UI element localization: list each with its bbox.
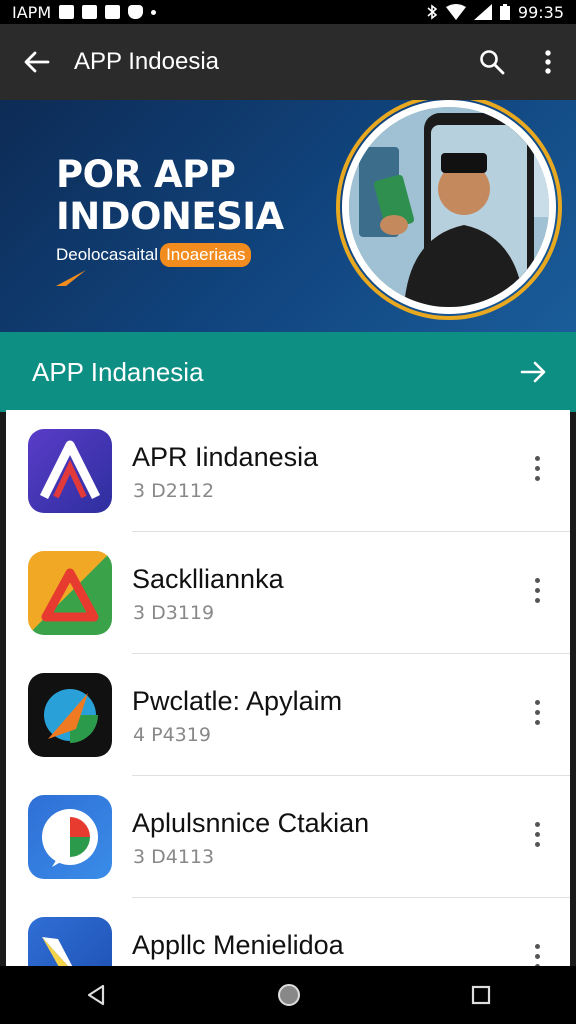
hero-subtitle: Deolocasaital Inoaeriaas xyxy=(56,243,252,267)
clock-label: 99:35 xyxy=(517,2,564,22)
arrow-right-icon xyxy=(520,361,546,383)
app-name: Aplulsnnice Ctakian xyxy=(132,808,370,838)
list-item[interactable]: Pwclatle: Apylaim 4 P4319 xyxy=(6,654,570,776)
status-bar: IAPM 99:35 xyxy=(0,0,576,24)
app-bar-title: APP Indoesia xyxy=(74,48,219,75)
app-meta: 3 D2112 xyxy=(133,480,215,502)
section-header[interactable]: APP Indanesia xyxy=(0,332,576,412)
list-item[interactable]: Appllc Menielidoa xyxy=(6,898,570,966)
nav-back-icon[interactable] xyxy=(85,984,107,1006)
hero-banner[interactable]: POR APP INDONESIA Deolocasaital Inoaeria… xyxy=(0,100,576,332)
triangle-logo-icon xyxy=(41,568,99,622)
bluetooth-icon xyxy=(427,4,438,20)
hero-subtitle-tag: Inoaeriaas xyxy=(160,243,252,267)
app-meta: 3 D3119 xyxy=(133,602,215,624)
app-meta: 4 P4319 xyxy=(133,724,211,746)
item-menu-button[interactable] xyxy=(522,570,552,610)
shield-icon xyxy=(128,5,144,19)
list-item[interactable]: APR Iindanesia 3 D2112 xyxy=(6,410,570,532)
hero-photo xyxy=(342,100,556,314)
notification-icon xyxy=(59,5,75,19)
system-nav-bar xyxy=(0,966,576,1024)
carrier-label: IAPM xyxy=(12,2,52,22)
app-icon xyxy=(28,429,112,513)
item-menu-button[interactable] xyxy=(522,936,552,966)
nav-recents-icon[interactable] xyxy=(471,985,491,1005)
hero-title-line2: INDONESIA xyxy=(56,195,284,238)
app-name: Pwclatle: Apylaim xyxy=(132,686,343,716)
compass-logo-icon xyxy=(44,689,98,743)
search-icon xyxy=(480,50,505,75)
app-meta: 3 D4113 xyxy=(133,846,215,868)
back-arrow-icon xyxy=(24,51,50,73)
signal-icon xyxy=(473,4,492,20)
list-item[interactable]: Aplulsnnice Ctakian 3 D4113 xyxy=(6,776,570,898)
person-with-phone-image xyxy=(349,107,549,307)
app-name: Sacklliannka xyxy=(132,564,284,594)
app-name: APR Iindanesia xyxy=(132,442,319,472)
app-icon xyxy=(28,673,112,757)
hero-title-line1: POR APP xyxy=(56,153,236,196)
item-menu-button[interactable] xyxy=(522,448,552,488)
dot-icon xyxy=(151,9,157,15)
app-name: Appllc Menielidoa xyxy=(132,930,344,960)
pen-logo-icon xyxy=(42,937,73,966)
notification-icon xyxy=(82,5,98,19)
app-bar: APP Indoesia xyxy=(0,24,576,100)
item-menu-button[interactable] xyxy=(522,692,552,732)
app-list: APR Iindanesia 3 D2112 Sacklliannka 3 D3… xyxy=(6,410,570,966)
app-icon xyxy=(28,917,112,966)
overflow-menu-button[interactable] xyxy=(520,24,576,100)
letter-a-logo-icon xyxy=(39,440,101,500)
item-menu-button[interactable] xyxy=(522,814,552,854)
wifi-icon xyxy=(445,4,466,20)
nav-home-icon[interactable] xyxy=(277,983,301,1007)
notification-icon xyxy=(105,5,121,19)
hero-title: POR APP INDONESIA xyxy=(56,154,346,238)
chat-bubble-logo-icon xyxy=(42,809,98,867)
more-vert-icon xyxy=(545,50,551,74)
back-button[interactable] xyxy=(0,24,74,100)
hero-subtitle-text: Deolocasaital xyxy=(56,245,159,264)
orange-accent-icon xyxy=(56,270,86,286)
app-icon xyxy=(28,551,112,635)
list-item[interactable]: Sacklliannka 3 D3119 xyxy=(6,532,570,654)
search-button[interactable] xyxy=(464,24,520,100)
battery-icon xyxy=(499,4,510,20)
section-title: APP Indanesia xyxy=(32,356,204,387)
app-icon xyxy=(28,795,112,879)
